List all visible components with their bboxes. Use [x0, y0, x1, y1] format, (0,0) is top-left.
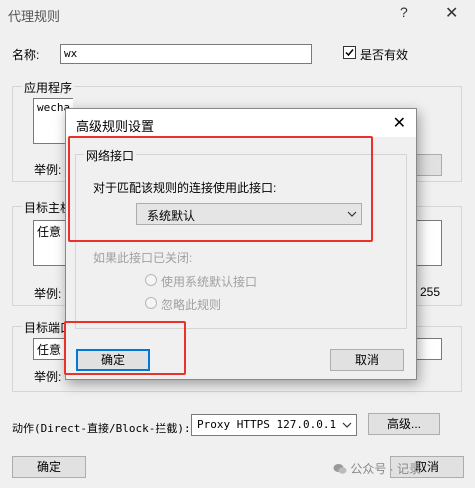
ok-button[interactable]: 确定 [12, 456, 86, 478]
help-icon[interactable]: ? [400, 4, 408, 20]
window-titlebar: 代理规则 ? ✕ [0, 0, 475, 28]
apps-browse-button[interactable] [416, 154, 442, 176]
advanced-button[interactable]: 高级... [368, 413, 440, 435]
highlight-box [64, 321, 186, 375]
target-ports-input-right [416, 338, 442, 360]
enabled-label: 是否有效 [360, 48, 409, 62]
action-select[interactable]: Proxy HTTPS 127.0.0.1 [191, 414, 357, 436]
name-value: wx [64, 47, 78, 60]
radio-ignore-rule-label: 忽略此规则 [161, 298, 222, 312]
watermark: 公众号 · 记录 [333, 460, 421, 477]
action-label: 动作(Direct-直接/Block-拦截): [12, 422, 191, 435]
interface-closed-label: 如果此接口已关闭: [93, 251, 193, 265]
dialog-titlebar: 高级规则设置 ✕ [66, 109, 416, 137]
check-icon [345, 49, 354, 57]
radio-ignore-rule[interactable] [145, 297, 157, 309]
wechat-icon [333, 464, 347, 474]
target-hosts-textarea-right [416, 220, 442, 266]
dialog-close-icon[interactable]: ✕ [393, 113, 406, 133]
apps-group-label: 应用程序 [22, 79, 75, 96]
radio-use-default[interactable] [145, 274, 157, 286]
window-title: 代理规则 [8, 9, 61, 24]
dialog-title: 高级规则设置 [76, 119, 155, 134]
dialog-cancel-button[interactable]: 取消 [330, 349, 404, 371]
name-input[interactable]: wx [60, 44, 312, 64]
enabled-checkbox[interactable] [343, 46, 356, 59]
example-label: 举例: [34, 163, 62, 177]
example-tail: 255 [420, 285, 441, 299]
highlight-box [68, 136, 373, 242]
example-label: 举例: [34, 370, 62, 384]
name-label: 名称: [12, 48, 40, 62]
action-value: Proxy HTTPS 127.0.0.1 [197, 418, 337, 431]
radio-use-default-label: 使用系统默认接口 [161, 275, 258, 289]
watermark-text: 公众号 · 记录 [350, 462, 422, 476]
chevron-down-icon [342, 422, 352, 428]
target-ports-value: 任意 [37, 343, 62, 357]
target-hosts-value: 任意 [37, 225, 62, 239]
close-icon[interactable]: ✕ [445, 3, 458, 23]
example-label: 举例: [34, 287, 62, 301]
